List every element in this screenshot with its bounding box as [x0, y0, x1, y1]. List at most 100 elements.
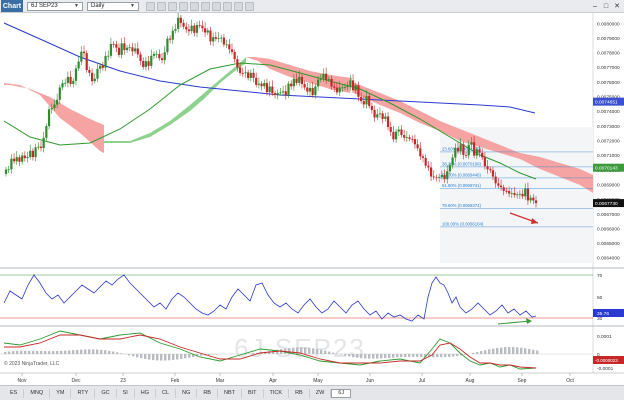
chart-tab[interactable]: Chart [1, 0, 23, 12]
interval-selector[interactable]: Daily ▼ [87, 1, 139, 11]
fib-label: 100.00% (0.0066104) [442, 221, 484, 226]
macd-bar [128, 354, 131, 356]
macd-bar [308, 347, 311, 354]
cursor-icon[interactable] [146, 1, 155, 11]
macd-bar [164, 354, 167, 361]
zoom-icon[interactable] [168, 1, 177, 11]
macd-marker-label: -0.0000023 [595, 358, 618, 363]
price-label: 0.0065000 [597, 241, 620, 247]
macd-bar [488, 349, 491, 354]
macd-label: 0.0001 [597, 334, 612, 340]
macd-bar [76, 349, 79, 354]
time-label: Dec [72, 378, 81, 384]
instrument-tab[interactable]: RB [289, 388, 310, 398]
toolbar-icons [144, 1, 254, 11]
price-label: 0.0073000 [597, 124, 620, 130]
macd-bar [56, 351, 59, 354]
macd-bar [508, 347, 511, 354]
instrument-tab[interactable]: SI [117, 388, 135, 398]
macd-bar [480, 351, 483, 354]
settings-icon[interactable] [190, 1, 199, 11]
macd-bar [312, 348, 315, 354]
crosshair-icon[interactable] [157, 1, 166, 11]
macd-bar [24, 350, 27, 354]
instrument-tab[interactable]: RTY [71, 388, 96, 398]
macd-bar [476, 352, 479, 354]
price-marker-label: 0.0070143 [595, 166, 618, 172]
macd-bar [332, 352, 335, 354]
macd-bar [440, 354, 443, 358]
macd-bar [8, 351, 11, 354]
instrument-tab[interactable]: BIT [242, 388, 264, 398]
price-marker-label: 0.0067730 [595, 201, 618, 207]
instrument-tab[interactable]: GC [95, 388, 117, 398]
instrument-tab[interactable]: YM [50, 388, 72, 398]
instrument-tab[interactable]: NG [176, 388, 198, 398]
macd-bar [528, 348, 531, 354]
macd-bar [340, 354, 343, 355]
fib-label: 61.80% (0.0068741) [442, 183, 482, 188]
instrument-tab[interactable]: ES [4, 388, 25, 398]
instrument-tab[interactable]: CL [156, 388, 177, 398]
macd-bar [484, 350, 487, 354]
macd-bar [100, 349, 103, 354]
price-label: 0.0080000 [597, 21, 620, 27]
macd-bar [48, 351, 51, 354]
link-icon[interactable] [245, 1, 254, 11]
draw-icon[interactable] [179, 1, 188, 11]
macd-bar [444, 354, 447, 358]
instrument-selector[interactable]: 6J SEP23 ▼ [27, 1, 83, 11]
macd-bar [524, 348, 527, 354]
interval-value: Daily [91, 3, 105, 9]
instrument-tab[interactable]: TICK [264, 388, 290, 398]
macd-bar [368, 354, 371, 359]
strategy-icon[interactable] [223, 1, 232, 11]
instrument-tab[interactable]: NBT [218, 388, 242, 398]
macd-bar [116, 352, 119, 354]
template-icon[interactable] [234, 1, 243, 11]
price-label: 0.0067000 [597, 212, 620, 218]
chart-area[interactable]: 6J SEP23 © 2023 NinjaTrader, LLC 23.60% … [0, 13, 624, 385]
macd-bar [388, 354, 391, 358]
macd-bar [44, 351, 47, 354]
minimize-icon[interactable]: – [590, 1, 600, 11]
instrument-tab-bar: ES MNQ YM RTY GC SI HG CL NG RB NBT BIT TICK RB ZW 6J [0, 385, 624, 400]
time-label: May [313, 378, 323, 384]
macd-bar [408, 354, 411, 357]
macd-bar [200, 354, 203, 356]
chart-toolbar: Chart 6J SEP23 ▼ Daily ▼ – □ ✕ [0, 0, 624, 13]
properties-icon[interactable] [201, 1, 210, 11]
instrument-tab[interactable]: RB [197, 388, 218, 398]
macd-bar [68, 350, 71, 354]
chevron-down-icon: ▼ [130, 3, 135, 9]
macd-bar [144, 354, 147, 359]
price-label: 0.0074000 [597, 109, 620, 115]
candle [47, 105, 51, 130]
maximize-icon[interactable]: □ [601, 1, 611, 11]
macd-bar [184, 354, 187, 359]
macd-bar [132, 354, 135, 357]
instrument-tab[interactable]: MNQ [24, 388, 51, 398]
macd-bar [372, 354, 375, 359]
instrument-tab[interactable]: 6J [331, 388, 352, 398]
close-icon[interactable]: ✕ [612, 1, 622, 11]
macd-bar [492, 348, 495, 354]
macd-bar [396, 354, 399, 358]
macd-bar [36, 350, 39, 354]
macd-bar [52, 351, 55, 354]
macd-bar [80, 349, 83, 354]
macd-bar [416, 354, 419, 357]
price-label: 0.0071000 [597, 153, 620, 159]
time-label: Feb [171, 378, 180, 384]
instrument-tab[interactable]: HG [135, 388, 157, 398]
rsi-marker-label: 35.76 [597, 311, 609, 317]
macd-bar [320, 349, 323, 354]
price-label: 0.0072000 [597, 139, 620, 145]
macd-bar [32, 350, 35, 354]
indicators-icon[interactable] [212, 1, 221, 11]
price-label: 0.0078000 [597, 51, 620, 57]
macd-bar [400, 354, 403, 358]
instrument-tab[interactable]: ZW [310, 388, 332, 398]
macd-bar [252, 353, 255, 354]
macd-bar [72, 350, 75, 354]
